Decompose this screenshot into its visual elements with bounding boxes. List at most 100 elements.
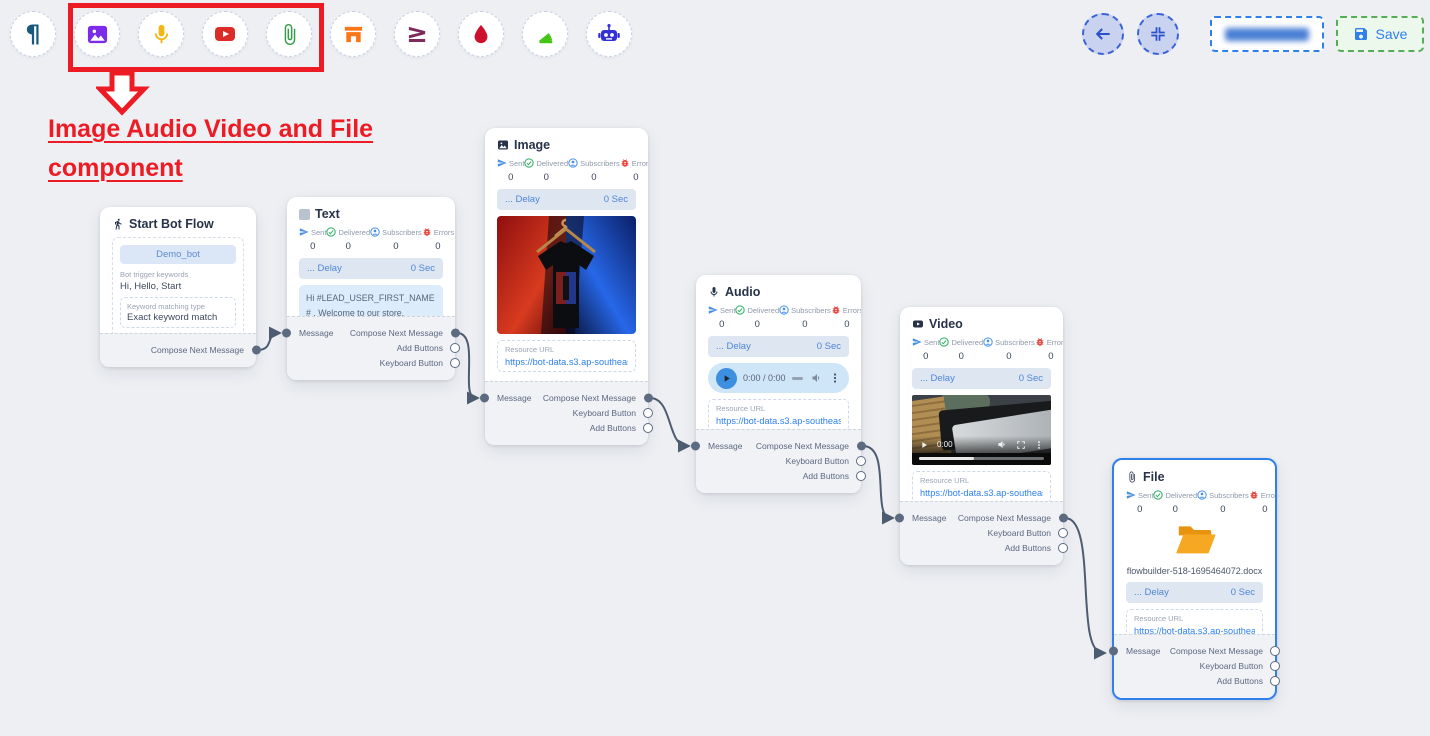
node-title: Video — [912, 315, 1051, 331]
video-menu-icon[interactable] — [1034, 440, 1044, 450]
redacted-button[interactable] — [1210, 16, 1324, 52]
drip-component-button[interactable] — [458, 11, 504, 57]
fit-view-button[interactable] — [1137, 13, 1179, 55]
paragraph-component-button[interactable]: ¶ — [10, 11, 56, 57]
greater-equal-icon: ≥ — [406, 21, 428, 47]
port-compose-out[interactable] — [1059, 513, 1068, 522]
annotation-text: Image Audio Video and File component — [48, 110, 448, 188]
port-add-buttons[interactable] — [450, 343, 460, 353]
port-message-in[interactable] — [1109, 646, 1118, 655]
bot-name-button[interactable]: Demo_bot — [120, 245, 236, 264]
port-keyboard-button[interactable] — [1058, 528, 1068, 538]
node-start-bot-flow[interactable]: Start Bot Flow Demo_bot Bot trigger keyw… — [100, 207, 256, 367]
video-controls: 0:00 — [912, 436, 1051, 453]
flow-builder-canvas[interactable]: { "toolbar": { "paragraph_glyph": "¶", "… — [0, 0, 1430, 736]
node-image[interactable]: Image Sent0 Delivered0 Subscribers0 Erro… — [485, 128, 648, 445]
volume-icon[interactable] — [811, 372, 823, 384]
node-video[interactable]: Video Sent0 Delivered0 Subscribers0 Erro… — [900, 307, 1063, 565]
node-text[interactable]: Text Sent0 Delivered0 Subscribers0 Error… — [287, 197, 455, 380]
delay-setting[interactable]: ... Delay0 Sec — [299, 258, 443, 279]
errors-icon — [620, 158, 630, 168]
delay-setting[interactable]: ... Delay0 Sec — [497, 189, 636, 210]
delivered-icon — [326, 227, 336, 237]
delay-setting[interactable]: ... Delay0 Sec — [708, 336, 849, 357]
port-message-in[interactable] — [480, 393, 489, 402]
file-preview[interactable] — [1126, 521, 1263, 562]
compress-icon — [1149, 25, 1167, 43]
port-add-buttons[interactable] — [856, 471, 866, 481]
resource-url-link[interactable]: https://bot-data.s3.ap-southeast-1.wasab… — [920, 488, 1043, 498]
delay-setting[interactable]: ... Delay0 Sec — [912, 368, 1051, 389]
port-add-buttons[interactable] — [1270, 676, 1280, 686]
bot-component-button[interactable] — [586, 11, 632, 57]
annotation-line-2: component — [48, 149, 448, 188]
port-compose-out[interactable] — [644, 393, 653, 402]
port-add-buttons[interactable] — [1058, 543, 1068, 553]
subscribers-icon — [779, 305, 789, 315]
node-footer: Message Compose Next Message Keyboard Bu… — [1114, 634, 1275, 698]
file-name: flowbuilder-518-1695464072.docx — [1126, 566, 1263, 576]
play-icon[interactable] — [919, 440, 929, 450]
resource-url-link[interactable]: https://bot-data.s3.ap-southeast-1.wasab… — [505, 357, 628, 367]
save-button[interactable]: Save — [1336, 16, 1424, 52]
node-audio[interactable]: Audio Sent0 Delivered0 Subscribers0 Erro… — [696, 275, 861, 493]
redacted-button-label — [1225, 28, 1309, 41]
stats-row: Sent0 Delivered0 Subscribers0 Errors0 — [1126, 490, 1263, 515]
delivered-icon — [735, 305, 745, 315]
delay-setting[interactable]: ... Delay0 Sec — [1126, 582, 1263, 603]
wire-text-to-image — [457, 333, 476, 398]
sequence-component-button[interactable] — [522, 11, 568, 57]
audio-progress[interactable] — [792, 377, 803, 380]
resource-url-box: Resource URL https://bot-data.s3.ap-sout… — [1126, 609, 1263, 634]
wire-image-to-audio — [650, 398, 687, 446]
port-compose-out[interactable] — [1270, 646, 1280, 656]
annotation-line-1: Image Audio Video and File — [48, 110, 448, 149]
fullscreen-icon[interactable] — [1016, 440, 1026, 450]
video-icon — [912, 318, 924, 330]
subscribers-icon — [1197, 490, 1207, 500]
trigger-keywords-value[interactable]: Hi, Hello, Start — [120, 281, 236, 292]
port-keyboard-button[interactable] — [856, 456, 866, 466]
video-player[interactable]: 0:00 — [912, 395, 1051, 465]
errors-icon — [1035, 337, 1045, 347]
subscribers-icon — [983, 337, 993, 347]
port-keyboard-button[interactable] — [450, 358, 460, 368]
play-button[interactable] — [716, 368, 737, 389]
ecommerce-component-button[interactable] — [330, 11, 376, 57]
node-title: Text — [299, 205, 443, 221]
message-preview[interactable]: Hi #LEAD_USER_FIRST_NAME# , Welcome to o… — [299, 285, 443, 316]
resource-url-link[interactable]: https://bot-data.s3.ap-southeast-1.wasab… — [1134, 626, 1255, 634]
resource-url-link[interactable]: https://bot-data.s3.ap-southeast-1.wasab… — [716, 416, 841, 426]
sent-icon — [1126, 490, 1136, 500]
port-add-buttons[interactable] — [643, 423, 653, 433]
port-compose-out[interactable] — [252, 345, 261, 354]
compose-next-message-label: Compose Next Message — [151, 345, 244, 355]
audio-player[interactable]: 0:00 / 0:00 — [708, 363, 849, 393]
node-footer: Message Compose Next Message Keyboard Bu… — [696, 429, 861, 493]
audio-menu-icon[interactable] — [829, 372, 841, 384]
paragraph-icon: ¶ — [25, 22, 40, 46]
port-keyboard-button[interactable] — [643, 408, 653, 418]
port-message-in[interactable] — [895, 513, 904, 522]
port-compose-out[interactable] — [451, 328, 460, 337]
video-progress[interactable] — [919, 457, 1044, 460]
node-title: Start Bot Flow — [112, 215, 244, 231]
volume-icon[interactable] — [997, 439, 1008, 450]
image-icon — [497, 139, 509, 151]
keyword-matching-input[interactable]: Keyword matching type Exact keyword matc… — [120, 297, 236, 328]
wire-video-to-file — [1065, 518, 1103, 653]
port-message-in[interactable] — [282, 328, 291, 337]
wire-start-to-text — [258, 333, 278, 350]
back-button[interactable] — [1082, 13, 1124, 55]
image-preview[interactable] — [497, 216, 636, 334]
node-title: Image — [497, 136, 636, 152]
port-compose-out[interactable] — [857, 441, 866, 450]
resource-url-box: Resource URL https://bot-data.s3.ap-sout… — [708, 399, 849, 429]
droplet-icon — [470, 23, 492, 45]
port-message-in[interactable] — [691, 441, 700, 450]
resource-url-box: Resource URL https://bot-data.s3.ap-sout… — [497, 340, 636, 372]
port-keyboard-button[interactable] — [1270, 661, 1280, 671]
condition-component-button[interactable]: ≥ — [394, 11, 440, 57]
store-icon — [342, 23, 365, 46]
node-file[interactable]: File Sent0 Delivered0 Subscribers0 Error… — [1112, 458, 1277, 700]
